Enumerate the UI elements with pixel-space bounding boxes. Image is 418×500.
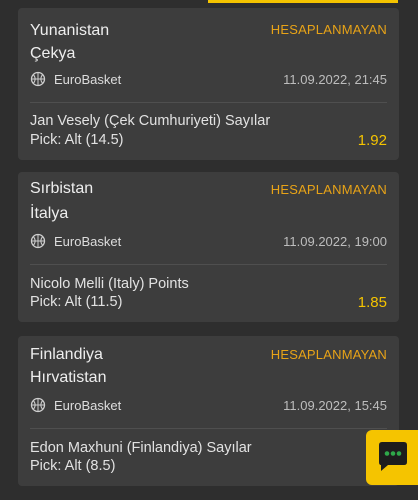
league-name: EuroBasket <box>54 72 122 87</box>
league-name: EuroBasket <box>54 398 122 413</box>
status-badge: HESAPLANMAYAN <box>270 182 387 197</box>
active-tab-indicator <box>208 0 398 3</box>
match-datetime: 11.09.2022, 15:45 <box>283 398 387 413</box>
league-row: EuroBasket 11.09.2022, 15:45 <box>30 396 387 416</box>
bet-market: Jan Vesely (Çek Cumhuriyeti) Sayılar <box>30 113 271 129</box>
bet-card[interactable]: Sırbistan İtalya HESAPLANMAYAN EuroBaske… <box>18 172 399 322</box>
bet-market: Nicolo Melli (Italy) Points <box>30 276 189 292</box>
divider <box>30 102 387 103</box>
top-tab-bar <box>0 0 418 8</box>
bet-card[interactable]: Finlandiya Hırvatistan HESAPLANMAYAN Eur… <box>18 336 399 486</box>
chat-button[interactable] <box>366 430 418 485</box>
away-team: İtalya <box>30 205 69 222</box>
status-badge: HESAPLANMAYAN <box>270 22 387 37</box>
bet-pick: Pick: Alt (8.5) <box>30 458 116 474</box>
basketball-icon <box>30 397 46 413</box>
bet-odds: 1.92 <box>357 132 387 149</box>
status-badge: HESAPLANMAYAN <box>270 347 387 362</box>
basketball-icon <box>30 71 46 87</box>
league-row: EuroBasket 11.09.2022, 21:45 <box>30 70 387 90</box>
chat-bubble-icon <box>379 442 407 471</box>
bet-pick: Pick: Alt (11.5) <box>30 294 123 310</box>
home-team: Finlandiya <box>30 346 103 363</box>
home-team: Sırbistan <box>30 180 94 197</box>
bet-pick: Pick: Alt (14.5) <box>30 132 124 148</box>
divider <box>30 264 387 265</box>
away-team: Hırvatistan <box>30 369 107 386</box>
match-datetime: 11.09.2022, 19:00 <box>283 234 387 249</box>
match-datetime: 11.09.2022, 21:45 <box>283 72 387 87</box>
home-team: Yunanistan <box>30 22 110 39</box>
league-row: EuroBasket 11.09.2022, 19:00 <box>30 232 387 252</box>
basketball-icon <box>30 233 46 249</box>
league-name: EuroBasket <box>54 234 122 249</box>
away-team: Çekya <box>30 45 76 62</box>
divider <box>30 428 387 429</box>
bet-market: Edon Maxhuni (Finlandiya) Sayılar <box>30 440 252 456</box>
bet-odds: 1.85 <box>357 294 387 311</box>
bet-card[interactable]: Yunanistan Çekya HESAPLANMAYAN EuroBaske… <box>18 8 399 160</box>
